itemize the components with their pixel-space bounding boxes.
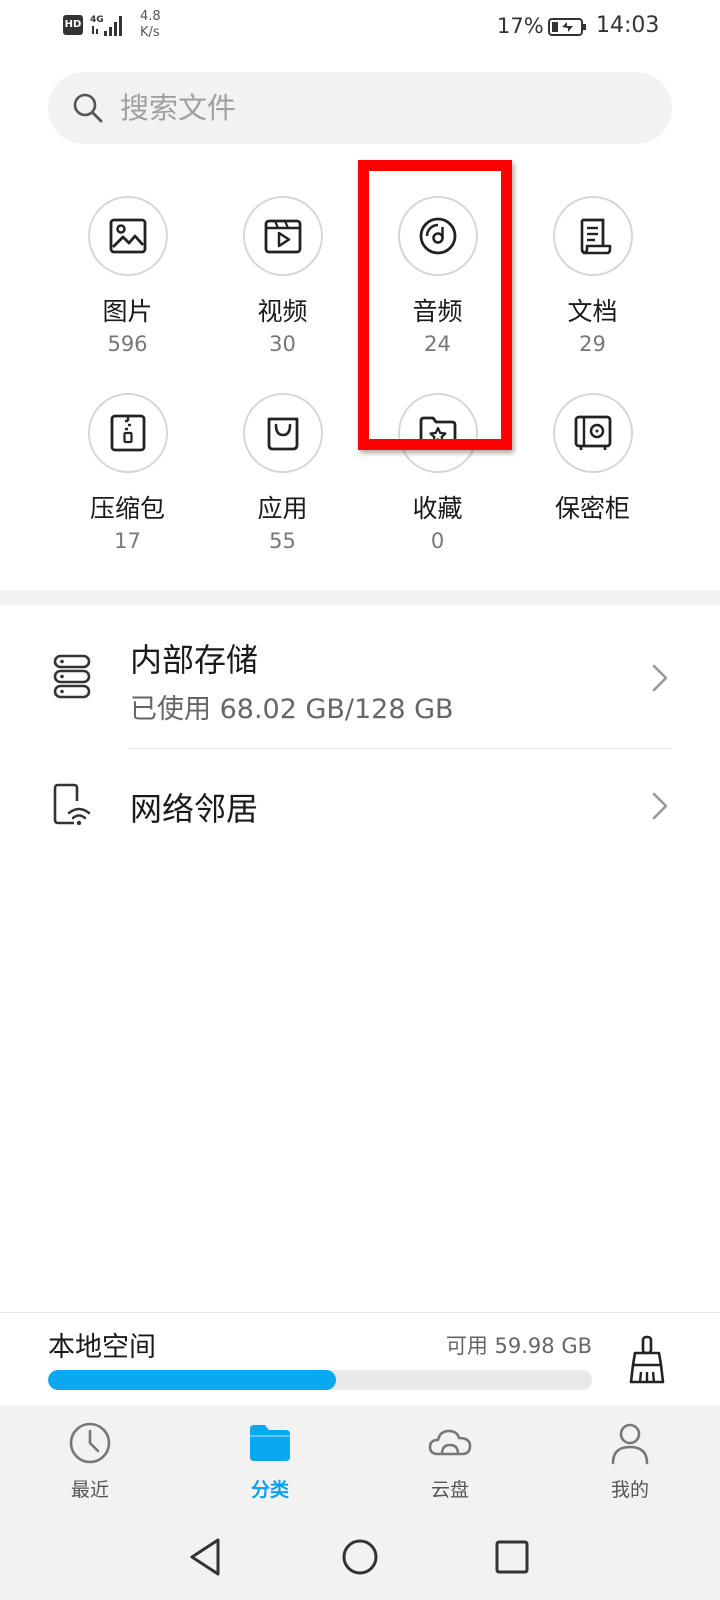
video-icon	[264, 219, 302, 254]
person-icon	[611, 1423, 649, 1465]
tab-categories[interactable]: 分类	[180, 1405, 360, 1515]
network-speed: 4.8 K/s	[140, 9, 161, 41]
category-icon-circle	[553, 393, 633, 473]
internal-storage-usage: 已使用 68.02 GB/128 GB	[130, 694, 454, 725]
category-label: 压缩包	[89, 494, 165, 523]
system-nav-bar	[0, 1515, 720, 1600]
zip-icon	[110, 414, 146, 452]
phone-wifi-icon	[53, 783, 91, 826]
category-apps[interactable]: 应用 55	[205, 393, 360, 573]
back-triangle-icon[interactable]	[184, 1535, 228, 1579]
storage-progress-fill	[48, 1370, 337, 1390]
tab-label: 我的	[610, 1479, 649, 1501]
shopping-bag-icon	[267, 417, 299, 451]
category-archives[interactable]: 压缩包 17	[50, 393, 205, 573]
search-bar[interactable]	[48, 72, 672, 144]
local-space-title: 本地空间	[48, 1332, 156, 1363]
audio-disc-icon	[419, 217, 457, 255]
document-scroll-icon	[580, 218, 612, 255]
local-space-available: 可用 59.98 GB	[445, 1334, 592, 1358]
search-icon	[73, 93, 103, 123]
internal-storage-row[interactable]: 内部存储 已使用 68.02 GB/128 GB	[0, 605, 720, 748]
star-folder-icon	[419, 416, 457, 450]
category-icon-circle	[243, 393, 323, 473]
category-audio[interactable]: 音频 24	[360, 196, 515, 376]
speed-unit: K/s	[140, 25, 160, 40]
category-favorites[interactable]: 收藏 0	[360, 393, 515, 573]
category-count: 29	[579, 332, 606, 356]
storage-progress-bar	[48, 1370, 592, 1390]
tab-label: 分类	[250, 1479, 289, 1501]
local-space-divider	[0, 1312, 720, 1313]
category-icon-circle	[88, 196, 168, 276]
signal-icon: 4G	[90, 15, 122, 36]
category-label: 视频	[257, 297, 308, 326]
category-icon-circle	[243, 196, 323, 276]
tab-label: 最近	[70, 1479, 109, 1501]
category-icon-circle	[553, 196, 633, 276]
category-safe[interactable]: 保密柜	[515, 393, 670, 573]
clock-time: 14:03	[596, 13, 660, 38]
battery-percent: 17%	[497, 14, 544, 38]
category-documents[interactable]: 文档 29	[515, 196, 670, 376]
category-label: 文档	[567, 297, 618, 326]
category-icon-circle	[88, 393, 168, 473]
category-count: 596	[107, 332, 148, 356]
recents-square-icon[interactable]	[490, 1535, 534, 1579]
folder-icon	[250, 1425, 290, 1461]
category-label: 应用	[257, 494, 308, 523]
tab-cloud[interactable]: 云盘	[360, 1405, 540, 1515]
cloud-icon	[428, 1429, 472, 1456]
category-images[interactable]: 图片 596	[50, 196, 205, 376]
category-label: 图片	[102, 297, 153, 326]
category-videos[interactable]: 视频 30	[205, 196, 360, 376]
bottom-tab-bar: 最近 分类 云盘 我的	[0, 1405, 720, 1515]
broom-clean-icon[interactable]	[626, 1335, 672, 1385]
category-count: 17	[114, 529, 141, 553]
category-icon-circle	[398, 196, 478, 276]
clock-icon	[69, 1422, 111, 1464]
chevron-right-icon	[652, 792, 668, 820]
search-input[interactable]	[120, 72, 640, 144]
network-type: 4G	[90, 15, 104, 25]
category-icon-circle	[398, 393, 478, 473]
chevron-right-icon	[652, 664, 668, 692]
home-circle-icon[interactable]	[338, 1535, 382, 1579]
category-label: 收藏	[412, 494, 463, 523]
network-neighbors-row[interactable]: 网络邻居	[0, 749, 720, 864]
category-count: 24	[424, 332, 451, 356]
network-neighbors-title: 网络邻居	[130, 790, 259, 828]
section-divider	[0, 590, 720, 605]
speed-value: 4.8	[140, 9, 161, 24]
battery-charging-icon	[548, 18, 586, 36]
image-icon	[109, 218, 147, 254]
tab-mine[interactable]: 我的	[540, 1405, 720, 1515]
category-count: 30	[269, 332, 296, 356]
category-count: 0	[430, 529, 445, 553]
category-label: 保密柜	[554, 494, 630, 523]
category-count: 55	[269, 529, 296, 553]
internal-storage-title: 内部存储	[130, 641, 259, 679]
tab-label: 云盘	[430, 1479, 469, 1501]
storage-stack-icon	[53, 654, 91, 699]
status-bar: HD 4G 4.8 K/s 17% 14:03	[0, 0, 720, 52]
hd-badge: HD	[63, 15, 83, 35]
category-label: 音频	[412, 297, 463, 326]
safe-icon	[574, 415, 612, 450]
tab-recent[interactable]: 最近	[0, 1405, 180, 1515]
